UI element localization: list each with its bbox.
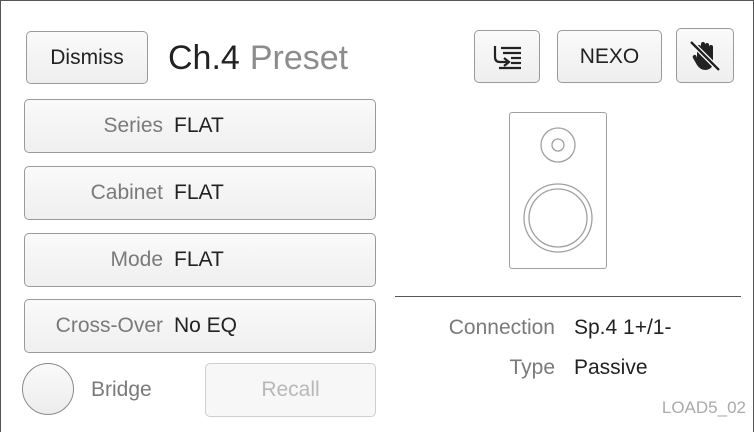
bridge-label: Bridge <box>91 378 152 401</box>
nexo-button[interactable]: NEXO <box>557 30 662 83</box>
dismiss-button[interactable]: Dismiss <box>26 31 148 84</box>
preset-label: Preset <box>249 39 349 77</box>
cabinet-field[interactable]: Cabinet FLAT <box>24 166 376 220</box>
recall-button[interactable]: Recall <box>205 363 376 417</box>
type-value: Passive <box>574 356 648 379</box>
list-button[interactable] <box>474 30 540 83</box>
hand-mute-icon <box>689 39 721 72</box>
mute-button[interactable] <box>676 28 734 83</box>
channel-label: Ch.4 <box>168 39 240 77</box>
series-field[interactable]: Series FLAT <box>24 99 376 153</box>
crossover-label: Cross-Over <box>55 314 163 337</box>
crossover-value: No EQ <box>174 314 238 337</box>
series-label: Series <box>103 114 163 137</box>
divider <box>395 296 741 297</box>
cabinet-label: Cabinet <box>90 181 163 204</box>
bridge-toggle[interactable] <box>22 363 74 415</box>
type-label: Type <box>509 356 555 379</box>
connection-value: Sp.4 1+/1- <box>574 316 672 339</box>
list-arrow-icon <box>493 45 521 69</box>
series-value: FLAT <box>174 114 224 137</box>
crossover-field[interactable]: Cross-Over No EQ <box>24 299 376 353</box>
speaker-cabinet-icon <box>509 112 607 269</box>
screen-code: LOAD5_02 <box>661 398 746 417</box>
mode-label: Mode <box>110 248 163 271</box>
mode-value: FLAT <box>174 248 224 271</box>
page-title: Ch.4 Preset <box>168 38 348 78</box>
mode-field[interactable]: Mode FLAT <box>24 233 376 287</box>
cabinet-value: FLAT <box>174 181 224 204</box>
connection-label: Connection <box>448 316 555 339</box>
